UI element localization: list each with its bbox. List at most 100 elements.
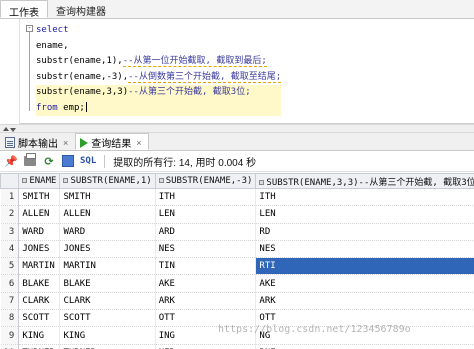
table-cell[interactable]: MARTIN	[18, 257, 61, 276]
table-cell[interactable]: ING	[155, 326, 257, 345]
table-cell[interactable]: TIN	[155, 257, 257, 276]
table-row[interactable]: 10TURNERTURNERNERRNE	[0, 344, 474, 349]
table-cell[interactable]: KING	[18, 326, 61, 345]
table-cell[interactable]: BLAKE	[59, 274, 156, 293]
table-cell[interactable]: SCOTT	[18, 309, 61, 328]
table-cell[interactable]: RD	[255, 223, 474, 241]
row-number[interactable]: 8	[0, 309, 20, 328]
tab-label: 脚本输出	[18, 139, 58, 150]
table-row[interactable]: 9 KING KING ING NG	[0, 326, 474, 345]
code-line-5: substr(ename,3,3)--从第三个开始截, 截取3位;	[36, 85, 282, 101]
table-row[interactable]: 8 SCOTT SCOTT OTT OTT	[0, 309, 474, 328]
table-cell[interactable]: NER	[155, 344, 257, 349]
table-row[interactable]: 6 BLAKE BLAKE AKE AKE	[0, 274, 474, 293]
text-caret	[85, 102, 87, 112]
table-cell[interactable]: TURNER	[59, 344, 156, 349]
pin-icon[interactable]: 📌	[4, 154, 18, 168]
table-cell[interactable]: NES	[155, 240, 257, 259]
row-number[interactable]: 7	[0, 292, 20, 311]
close-icon[interactable]: ×	[63, 138, 68, 148]
printer-icon[interactable]	[23, 153, 37, 168]
table-cell[interactable]: WARD	[18, 223, 61, 241]
table-row[interactable]: 1 SMITH SMITH ITH ITH	[0, 188, 474, 207]
table-cell[interactable]: AKE	[255, 274, 474, 293]
code-text: ename,	[36, 40, 69, 51]
column-header[interactable]: SUBSTR(ENAME,3,3)--从第三个开始截, 截取3位	[255, 173, 474, 189]
sql-button[interactable]: SQL	[80, 156, 96, 166]
keyword-from: from	[36, 102, 58, 113]
row-number[interactable]: 3	[0, 223, 20, 241]
table-cell[interactable]: WARD	[59, 223, 156, 241]
table-cell[interactable]: LEN	[255, 205, 474, 224]
code-line-6: from emp;	[36, 100, 282, 116]
row-number[interactable]: 6	[0, 274, 20, 293]
column-icon	[63, 178, 69, 183]
table-cell[interactable]: ARK	[155, 292, 257, 311]
close-icon[interactable]: ×	[136, 138, 141, 148]
table-cell[interactable]: LEN	[155, 205, 257, 224]
table-cell[interactable]: AKE	[155, 274, 257, 293]
table-row[interactable]: 2 ALLEN ALLEN LEN LEN	[0, 205, 474, 224]
table-cell[interactable]: SMITH	[59, 188, 156, 207]
table-cell[interactable]: ITH	[255, 188, 474, 207]
pane-splitter[interactable]	[0, 124, 474, 133]
row-number-header	[0, 173, 20, 189]
result-table: ENAME SUBSTR(ENAME,1) SUBSTR(ENAME,-3) S…	[0, 173, 474, 349]
run-icon	[80, 137, 89, 148]
column-header[interactable]: SUBSTR(ENAME,1)	[59, 173, 156, 189]
table-cell[interactable]: NES	[255, 240, 474, 259]
fold-guide	[29, 31, 30, 111]
row-number[interactable]: 1	[0, 188, 20, 207]
table-cell[interactable]: CLARK	[59, 292, 156, 311]
table-row[interactable]: 7 CLARK CLARK ARK ARK	[0, 292, 474, 311]
row-number[interactable]: 9	[0, 326, 20, 345]
table-cell[interactable]: JONES	[18, 240, 61, 259]
table-row[interactable]: 3 WARD WARD ARD RD	[0, 223, 474, 241]
code-comment: --从第一位开始截取, 截取到最后;	[122, 56, 267, 67]
collapse-down-icon[interactable]	[10, 128, 16, 132]
result-grid[interactable]: ENAME SUBSTR(ENAME,1) SUBSTR(ENAME,-3) S…	[0, 173, 474, 349]
row-number[interactable]: 5	[0, 257, 20, 276]
worksheet-tab-bar: 工作表 查询构建器	[0, 0, 474, 19]
code-line-1: select	[36, 23, 281, 39]
tab-script-output[interactable]: 脚本输出 ×	[0, 133, 75, 150]
table-cell[interactable]: SMITH	[18, 188, 61, 207]
table-cell[interactable]: ITH	[155, 188, 257, 207]
doc-icon	[5, 137, 15, 148]
table-cell[interactable]: TURNER	[18, 344, 61, 349]
table-cell[interactable]: SCOTT	[59, 309, 156, 328]
table-row[interactable]: 5 MARTIN MARTIN TIN RTI	[0, 257, 474, 276]
code-text: substr(ename,3,3)	[36, 87, 129, 97]
table-cell[interactable]: KING	[59, 326, 156, 345]
column-header[interactable]: SUBSTR(ENAME,-3)	[154, 173, 257, 189]
row-number[interactable]: 2	[0, 205, 20, 224]
table-cell[interactable]: ARK	[255, 292, 474, 311]
table-cell[interactable]: ARD	[155, 223, 257, 241]
table-cell[interactable]: OTT	[155, 309, 257, 328]
row-number[interactable]: 4	[0, 240, 20, 259]
table-cell[interactable]: BLAKE	[18, 274, 61, 293]
collapse-up-icon[interactable]	[3, 127, 9, 131]
export-icon[interactable]	[61, 154, 75, 168]
table-cell[interactable]: ALLEN	[59, 205, 156, 224]
table-cell[interactable]: MARTIN	[59, 257, 156, 276]
row-number[interactable]: 10	[0, 344, 20, 349]
column-header[interactable]: ENAME	[18, 173, 61, 189]
table-cell[interactable]: JONES	[59, 240, 156, 259]
tab-query-result[interactable]: 查询结果 ×	[75, 133, 149, 150]
tab-query-builder[interactable]: 查询构建器	[48, 0, 114, 18]
table-row[interactable]: 4 JONES JONES NES NES	[0, 240, 474, 259]
table-cell[interactable]: OTT	[255, 309, 474, 328]
table-cell[interactable]: RNE	[255, 344, 474, 349]
refresh-icon[interactable]: ⟳	[42, 154, 56, 168]
code-comment: --从倒数第三个开始截, 截取至结尾;	[128, 71, 282, 83]
keyword-select: select	[36, 25, 69, 35]
fetch-status: 提取的所有行: 14, 用时 0.004 秒	[113, 157, 257, 169]
code-area[interactable]: select ename, substr(ename,1),--从第一位开始截取…	[36, 23, 282, 116]
table-cell[interactable]: CLARK	[18, 292, 61, 311]
tab-worksheet[interactable]: 工作表	[0, 0, 48, 19]
table-cell[interactable]: ALLEN	[18, 205, 61, 224]
sql-editor[interactable]: - select ename, substr(ename,1),--从第一位开始…	[0, 19, 474, 124]
table-cell[interactable]: RTI	[255, 257, 474, 276]
table-cell[interactable]: NG	[255, 326, 474, 345]
